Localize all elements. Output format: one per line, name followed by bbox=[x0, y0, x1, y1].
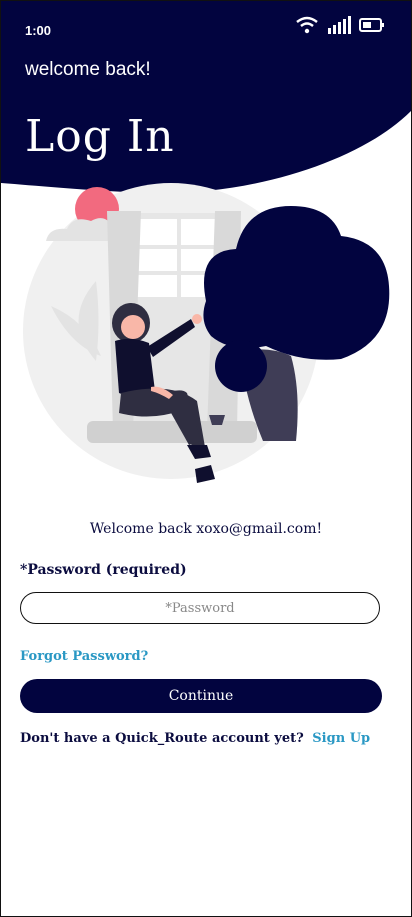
wifi-icon bbox=[296, 16, 318, 34]
signal-icon bbox=[328, 16, 351, 34]
signup-prompt: Don't have a Quick_Route account yet? bbox=[20, 731, 304, 746]
welcome-email-text: Welcome back xoxo@gmail.com! bbox=[89, 521, 323, 537]
status-icons bbox=[295, 15, 385, 35]
status-bar: 1:00 bbox=[1, 15, 411, 45]
page-title: Log In bbox=[25, 111, 175, 162]
battery-icon bbox=[359, 18, 384, 32]
status-time: 1:00 bbox=[25, 23, 52, 38]
signup-link[interactable]: Sign Up bbox=[312, 731, 370, 746]
password-input[interactable] bbox=[20, 592, 380, 624]
hero-illustration bbox=[23, 183, 390, 483]
welcome-subtitle: welcome back! bbox=[25, 59, 151, 80]
signup-row: Don't have a Quick_Route account yet? Si… bbox=[20, 731, 370, 746]
password-label: *Password (required) bbox=[20, 562, 187, 578]
app-frame: 1:00 welcome back! Log In Welcome back x… bbox=[0, 0, 412, 917]
continue-button[interactable]: Continue bbox=[20, 679, 382, 713]
forgot-password-link[interactable]: Forgot Password? bbox=[20, 649, 148, 664]
